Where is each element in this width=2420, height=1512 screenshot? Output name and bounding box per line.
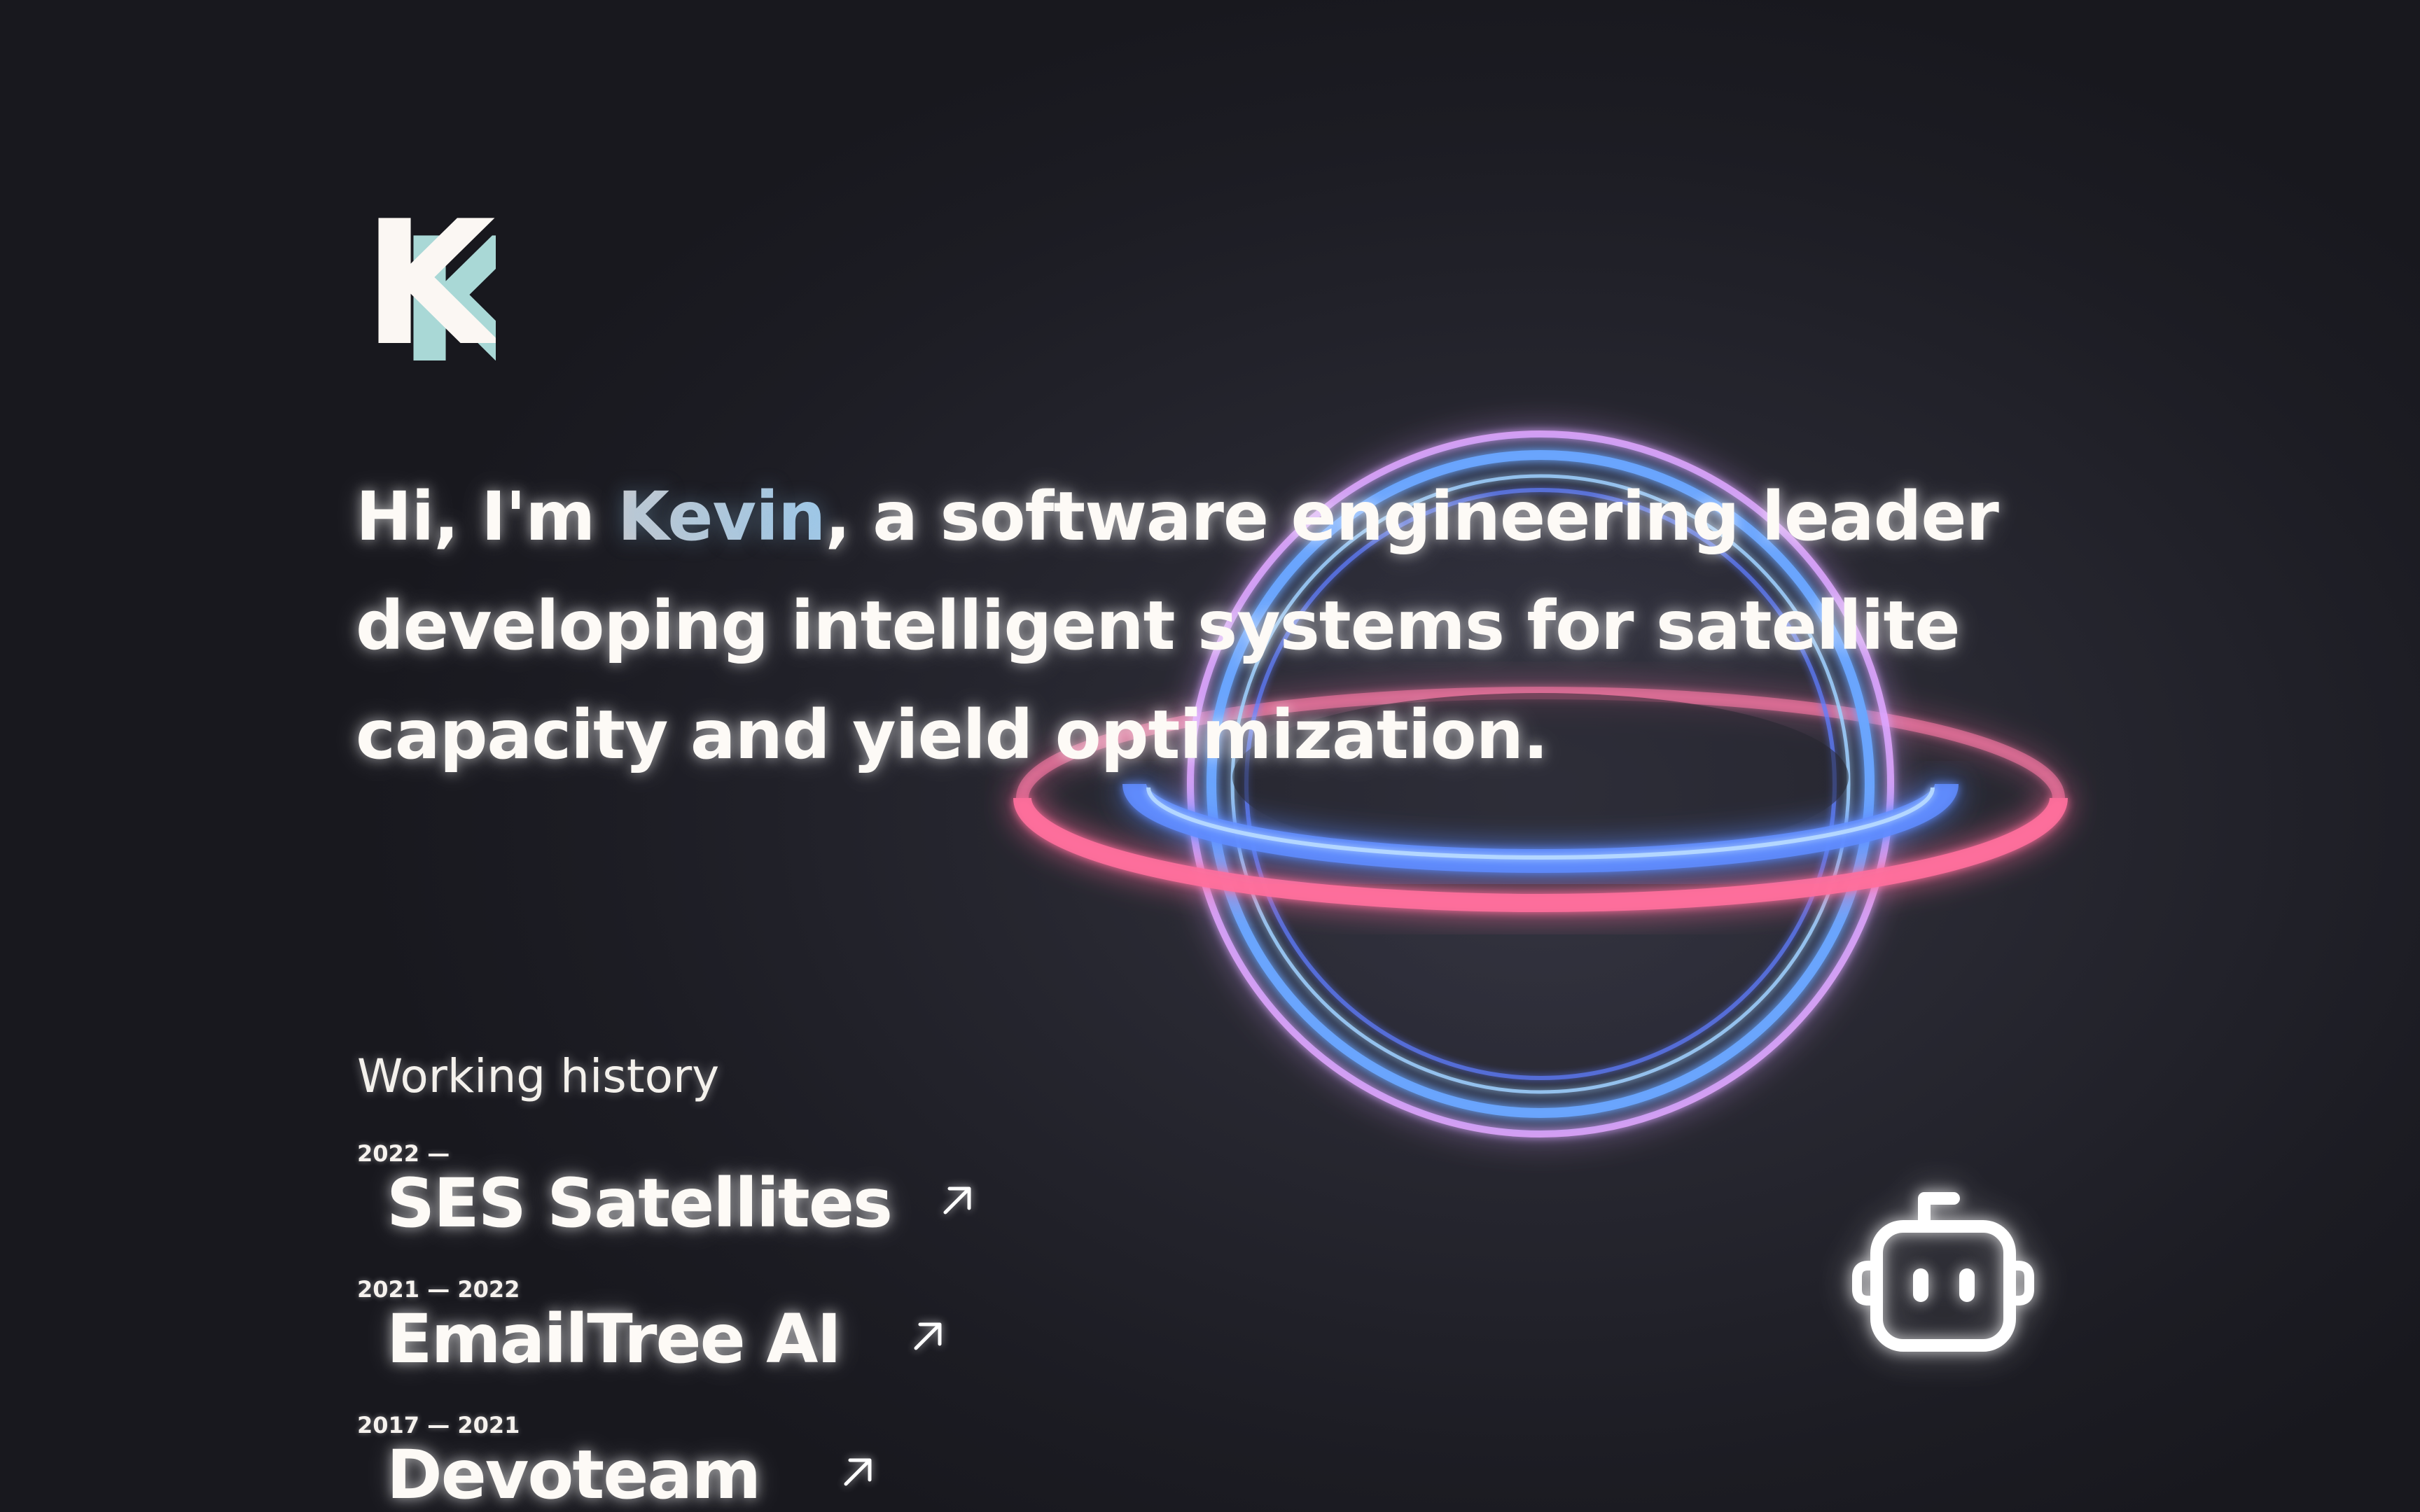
chatbot-button[interactable] bbox=[1849, 1183, 2038, 1358]
job-company: Devoteam bbox=[387, 1436, 761, 1512]
working-history-heading: Working history bbox=[357, 1049, 720, 1103]
logo-letter: K bbox=[363, 210, 496, 371]
arrow-up-right-icon bbox=[839, 1453, 877, 1491]
arrow-up-right-icon bbox=[909, 1317, 947, 1355]
job-link-ses-satellites[interactable]: 2022 — SES Satellites bbox=[357, 1140, 1127, 1259]
job-link-devoteam[interactable]: 2017 — 2021 Devoteam bbox=[357, 1411, 1127, 1512]
robot-chat-icon bbox=[1852, 1192, 2034, 1352]
job-link-emailtree-ai[interactable]: 2021 — 2022 EmailTree AI bbox=[357, 1275, 1127, 1394]
intro-greeting: Hi, I'm bbox=[356, 477, 618, 556]
arrow-up-right-icon bbox=[938, 1182, 976, 1219]
intro-name: Kevin bbox=[617, 477, 826, 556]
k-logo-icon: K K bbox=[363, 210, 496, 371]
job-company: SES Satellites bbox=[387, 1164, 893, 1242]
intro-headline: Hi, I'm Kevin, a software engineering le… bbox=[356, 462, 2036, 790]
job-company: EmailTree AI bbox=[387, 1300, 842, 1378]
site-logo[interactable]: K K bbox=[356, 210, 496, 371]
